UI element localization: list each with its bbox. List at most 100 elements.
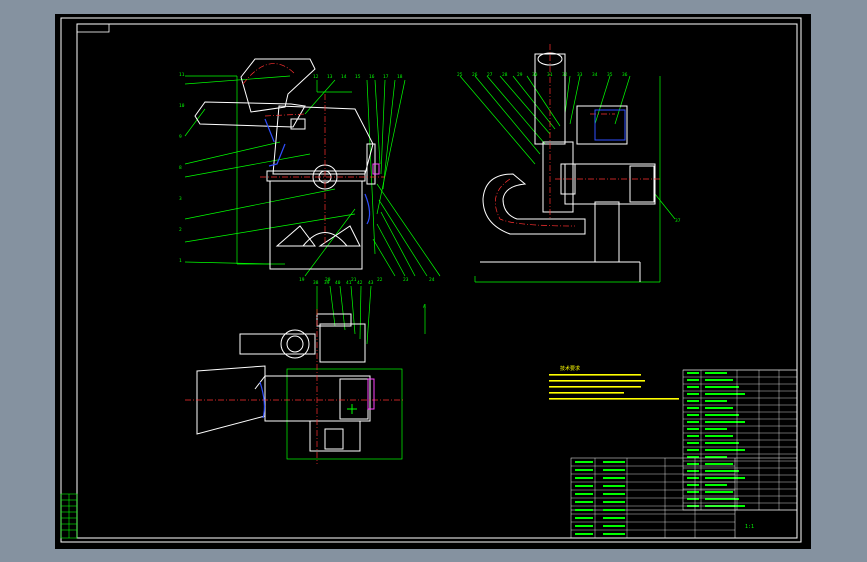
parts-row-name xyxy=(705,470,739,472)
side-view-left-label: 3 xyxy=(179,196,182,202)
parts-row-number xyxy=(687,470,699,472)
side-view-left-label: 11 xyxy=(179,72,185,78)
title-row-text xyxy=(603,509,625,511)
end-view-top-label: 29 xyxy=(517,72,523,78)
cad-window: 技术要求 1:1 11 10 9 8 3 2 1 12 13 14 15 16 … xyxy=(0,0,867,562)
title-row-text xyxy=(575,485,593,487)
technical-requirements: 技术要求 xyxy=(549,365,679,400)
parts-row-number xyxy=(687,379,699,381)
title-row-text xyxy=(603,469,625,471)
end-view xyxy=(459,44,676,283)
plan-view-top-label: 43 xyxy=(368,280,374,286)
parts-row-number xyxy=(687,400,699,402)
side-view-bottom-label: 21 xyxy=(351,277,357,283)
parts-row-number xyxy=(687,407,699,409)
plan-view-body xyxy=(196,313,371,452)
scale-text: 1:1 xyxy=(745,524,754,530)
parts-row-number xyxy=(687,435,699,437)
side-view-top-label: 16 xyxy=(369,74,375,80)
side-view-magenta xyxy=(372,163,380,175)
side-view-top-label: 14 xyxy=(341,74,347,80)
parts-row-name xyxy=(705,379,733,381)
label-groups: 11109832112 13 14 15 16 17 1819 20 21 22 23 2425 26 2… xyxy=(179,72,681,310)
title-row-text xyxy=(603,461,625,463)
parts-row-name xyxy=(705,435,733,437)
technical-requirements-title: 技术要求 xyxy=(560,365,580,372)
plan-view-top-label: 40 xyxy=(335,280,341,286)
side-view-bottom-label: 22 xyxy=(377,277,383,283)
side-view-top-label: 17 xyxy=(383,74,389,80)
cad-drawing: 技术要求 1:1 11 109832112 13 14 15 16 17 1819… xyxy=(60,17,802,543)
plan-view-top-label: 39 xyxy=(324,280,330,286)
end-view-right-label: 37 xyxy=(675,218,681,224)
parts-row-number xyxy=(687,449,699,451)
side-view-left-label: 10 xyxy=(179,103,185,109)
end-view-top-label: 28 xyxy=(502,72,508,78)
side-view xyxy=(184,58,441,277)
end-view-top-label: 26 xyxy=(472,72,478,78)
parts-row-name xyxy=(705,491,733,493)
parts-row-name xyxy=(705,421,745,423)
end-view-top-label: 31 xyxy=(547,72,553,78)
end-view-top-label: 32 xyxy=(562,72,568,78)
parts-row-number xyxy=(687,456,699,458)
side-view-left-label: 8 xyxy=(179,165,182,171)
parts-row-name xyxy=(705,449,745,451)
end-view-top-label: 33 xyxy=(577,72,583,78)
end-view-hidden xyxy=(594,109,626,141)
sheet-code-box xyxy=(76,23,110,33)
title-row-text xyxy=(575,469,593,471)
parts-row-number xyxy=(687,421,699,423)
title-row-text xyxy=(575,461,593,463)
parts-row-number xyxy=(687,491,699,493)
parts-row-name xyxy=(705,463,733,465)
end-view-top-label: 27 xyxy=(487,72,493,78)
title-row-text xyxy=(575,533,593,535)
parts-row-name xyxy=(705,442,739,444)
parts-row-number xyxy=(687,498,699,500)
title-row-text xyxy=(575,501,593,503)
end-view-top-label: 35 xyxy=(607,72,613,78)
title-row-text xyxy=(575,477,593,479)
title-row-text xyxy=(575,509,593,511)
end-view-centerlines xyxy=(494,44,660,227)
side-view-top-label: 12 xyxy=(313,74,319,80)
parts-list-rows xyxy=(683,369,797,510)
plan-view-centerlines xyxy=(185,309,405,464)
side-view-body xyxy=(194,58,376,270)
parts-row-number xyxy=(687,477,699,479)
drawing-sheet: 技术要求 1:1 11 10 9 8 3 2 1 12 13 14 15 16 … xyxy=(55,14,811,549)
parts-row-name xyxy=(705,414,739,416)
left-strip-table xyxy=(60,493,78,539)
side-view-top-label: 13 xyxy=(327,74,333,80)
end-view-body xyxy=(480,52,656,282)
end-view-top-label: 34 xyxy=(592,72,598,78)
side-view-top-label: 15 xyxy=(355,74,361,80)
end-view-top-label: 30 xyxy=(532,72,538,78)
parts-row-number xyxy=(687,484,699,486)
parts-row-name xyxy=(705,407,733,409)
parts-row-name xyxy=(705,386,739,388)
title-row-text xyxy=(575,493,593,495)
title-row-text xyxy=(603,485,625,487)
parts-row-number xyxy=(687,463,699,465)
technical-requirements-lines xyxy=(549,374,679,400)
parts-row-name xyxy=(705,428,727,430)
title-row-text xyxy=(575,525,593,527)
parts-row-name xyxy=(705,372,727,374)
parts-row-name xyxy=(705,477,745,479)
section-marker: A xyxy=(423,304,426,310)
plan-view-top-label: 42 xyxy=(357,280,363,286)
side-view-bottom-label: 24 xyxy=(429,277,435,283)
parts-row-name xyxy=(705,400,727,402)
side-view-left-label: 9 xyxy=(179,134,182,140)
end-view-top-label: 25 xyxy=(457,72,463,78)
plan-view-top-label: 41 xyxy=(346,280,352,286)
parts-row-name xyxy=(705,393,745,395)
title-row-text xyxy=(603,533,625,535)
title-row-text xyxy=(603,501,625,503)
side-view-top-label: 18 xyxy=(397,74,403,80)
title-row-text xyxy=(575,517,593,519)
plan-view-leaders xyxy=(286,285,426,460)
title-row-text xyxy=(603,477,625,479)
